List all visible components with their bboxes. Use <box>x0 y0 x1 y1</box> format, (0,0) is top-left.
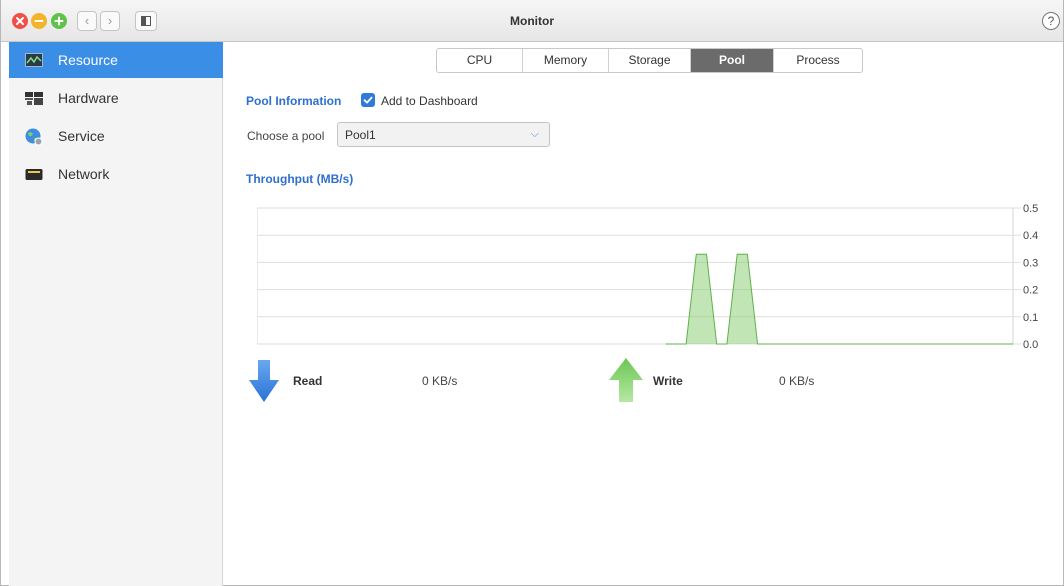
hardware-icon <box>25 90 43 106</box>
resource-monitor-icon <box>25 52 43 68</box>
monitor-window: ‹ › Monitor ? Resource Hardware Service <box>0 0 1064 586</box>
sidebar-item-label: Hardware <box>58 90 119 106</box>
sidebar-item-label: Network <box>58 166 110 182</box>
tab-pool[interactable]: Pool <box>691 49 774 72</box>
sidebar-item-service[interactable]: Service <box>9 118 223 154</box>
title-bar: ‹ › Monitor ? <box>1 0 1063 42</box>
sidebar: Resource Hardware Service Network <box>9 42 223 586</box>
add-to-dashboard-label[interactable]: Add to Dashboard <box>381 94 478 108</box>
sidebar-item-label: Service <box>58 128 105 144</box>
y-tick-label: 0.4 <box>1023 230 1038 242</box>
tab-cpu[interactable]: CPU <box>437 49 523 72</box>
tab-bar: CPU Memory Storage Pool Process <box>436 48 863 73</box>
write-series-area <box>665 254 1013 344</box>
window-title: Monitor <box>510 14 554 28</box>
read-value: 0 KB/s <box>422 374 458 388</box>
choose-pool-label: Choose a pool <box>247 129 325 143</box>
network-icon <box>25 166 43 182</box>
chevron-down-icon: ⌵ <box>530 128 539 140</box>
chart-frame <box>257 207 1014 345</box>
add-to-dashboard-checkbox[interactable] <box>361 93 375 107</box>
tab-process[interactable]: Process <box>774 49 862 72</box>
read-legend-label: Read <box>293 374 323 388</box>
pool-select-value: Pool1 <box>345 128 376 142</box>
y-tick-label: 0.1 <box>1023 312 1038 324</box>
sidebar-item-hardware[interactable]: Hardware <box>9 80 223 116</box>
y-tick-label: 0.3 <box>1023 257 1038 269</box>
tab-storage[interactable]: Storage <box>609 49 691 72</box>
checkmark-icon <box>363 96 373 104</box>
write-value: 0 KB/s <box>779 374 815 388</box>
help-button[interactable]: ? <box>1042 12 1060 30</box>
pool-information-title: Pool Information <box>246 94 342 108</box>
sidebar-item-label: Resource <box>58 52 118 68</box>
write-legend-label: Write <box>653 374 683 388</box>
write-arrow-icon <box>609 358 643 402</box>
read-arrow-icon <box>249 360 279 402</box>
service-globe-icon <box>25 128 43 146</box>
y-tick-label: 0.0 <box>1023 339 1038 351</box>
sidebar-item-network[interactable]: Network <box>9 156 223 192</box>
throughput-chart: 0.0 0.1 0.2 0.3 0.4 0.5 <box>257 203 1038 351</box>
tab-memory[interactable]: Memory <box>523 49 609 72</box>
y-tick-label: 0.2 <box>1023 285 1038 297</box>
y-tick-label: 0.5 <box>1023 203 1038 215</box>
sidebar-item-resource[interactable]: Resource <box>9 42 223 78</box>
pool-select[interactable]: Pool1 ⌵ <box>337 122 550 147</box>
write-series-line <box>665 253 1013 345</box>
throughput-title: Throughput (MB/s) <box>246 172 354 186</box>
